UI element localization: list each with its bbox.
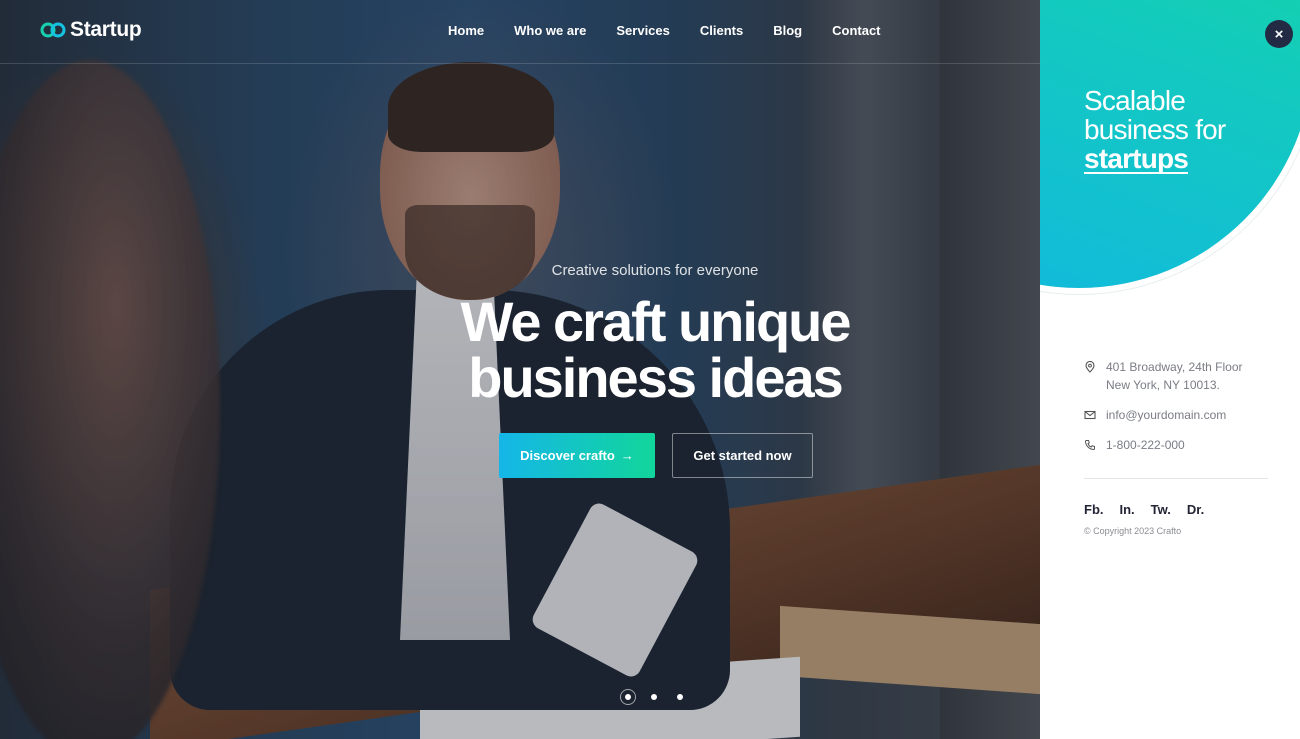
hero-section: Startup Home Who we are Services Clients… xyxy=(0,0,1040,739)
side-panel: Scalable business for startups × 401 Bro… xyxy=(1040,0,1300,739)
phone-icon xyxy=(1084,440,1095,451)
brand-name: Startup xyxy=(70,18,142,41)
panel-divider xyxy=(1084,478,1268,479)
get-started-label: Get started now xyxy=(693,448,792,463)
hero-title-line-1: We craft unique xyxy=(460,290,851,353)
main-menu: Home Who we are Services Clients Blog Co… xyxy=(448,23,911,38)
social-twitter-link[interactable]: Tw. xyxy=(1151,502,1171,517)
email-row: info@yourdomain.com xyxy=(1084,406,1274,424)
address-line-2: New York, NY 10013. xyxy=(1106,378,1220,392)
map-pin-icon xyxy=(1085,361,1095,373)
contact-info: 401 Broadway, 24th Floor New York, NY 10… xyxy=(1084,358,1274,466)
phone-row: 1-800-222-000 xyxy=(1084,436,1274,454)
close-icon: × xyxy=(1274,25,1284,43)
panel-headline-bold: startups xyxy=(1084,143,1189,174)
close-button[interactable]: × xyxy=(1265,20,1293,48)
discover-crafto-label: Discover crafto xyxy=(520,448,615,463)
social-dribbble-link[interactable]: Dr. xyxy=(1187,502,1204,517)
social-facebook-link[interactable]: Fb. xyxy=(1084,502,1104,517)
nav-item-blog[interactable]: Blog xyxy=(773,23,802,38)
slider-pagination xyxy=(620,689,688,705)
panel-headline-line-1: Scalable xyxy=(1084,85,1186,116)
nav-item-clients[interactable]: Clients xyxy=(700,23,743,38)
hero-title: We craft unique business ideas xyxy=(0,294,1040,406)
hero-title-line-2: business ideas xyxy=(468,346,844,409)
copyright-text: © Copyright 2023 Crafto xyxy=(1084,526,1182,536)
arrow-right-icon: → xyxy=(620,448,634,463)
social-links: Fb. In. Tw. Dr. xyxy=(1084,502,1204,517)
address-line-1: 401 Broadway, 24th Floor xyxy=(1106,360,1243,374)
hero-subtitle: Creative solutions for everyone xyxy=(551,262,759,279)
address-text: 401 Broadway, 24th Floor New York, NY 10… xyxy=(1106,358,1243,394)
get-started-button[interactable]: Get started now xyxy=(672,433,813,478)
panel-headline: Scalable business for startups xyxy=(1084,85,1226,174)
slider-dot-1[interactable] xyxy=(620,689,636,705)
nav-item-contact[interactable]: Contact xyxy=(832,23,880,38)
social-instagram-link[interactable]: In. xyxy=(1120,502,1135,517)
slider-dot-2[interactable] xyxy=(646,689,662,705)
envelope-icon xyxy=(1084,410,1096,420)
phone-link[interactable]: 1-800-222-000 xyxy=(1106,436,1185,454)
hero-buttons: Discover crafto → Get started now xyxy=(499,433,813,478)
slider-dot-3[interactable] xyxy=(672,689,688,705)
nav-item-who-we-are[interactable]: Who we are xyxy=(514,23,586,38)
nav-item-home[interactable]: Home xyxy=(448,23,484,38)
link-chain-icon xyxy=(40,22,66,38)
discover-crafto-button[interactable]: Discover crafto → xyxy=(499,433,655,478)
hero-content: Creative solutions for everyone We craft… xyxy=(0,262,1040,406)
brand-logo[interactable]: Startup xyxy=(40,18,142,42)
address-row: 401 Broadway, 24th Floor New York, NY 10… xyxy=(1084,358,1274,394)
email-link[interactable]: info@yourdomain.com xyxy=(1106,406,1226,424)
nav-item-services[interactable]: Services xyxy=(616,23,670,38)
panel-headline-line-2: business for xyxy=(1084,114,1226,145)
top-navbar: Startup Home Who we are Services Clients… xyxy=(0,0,1040,64)
